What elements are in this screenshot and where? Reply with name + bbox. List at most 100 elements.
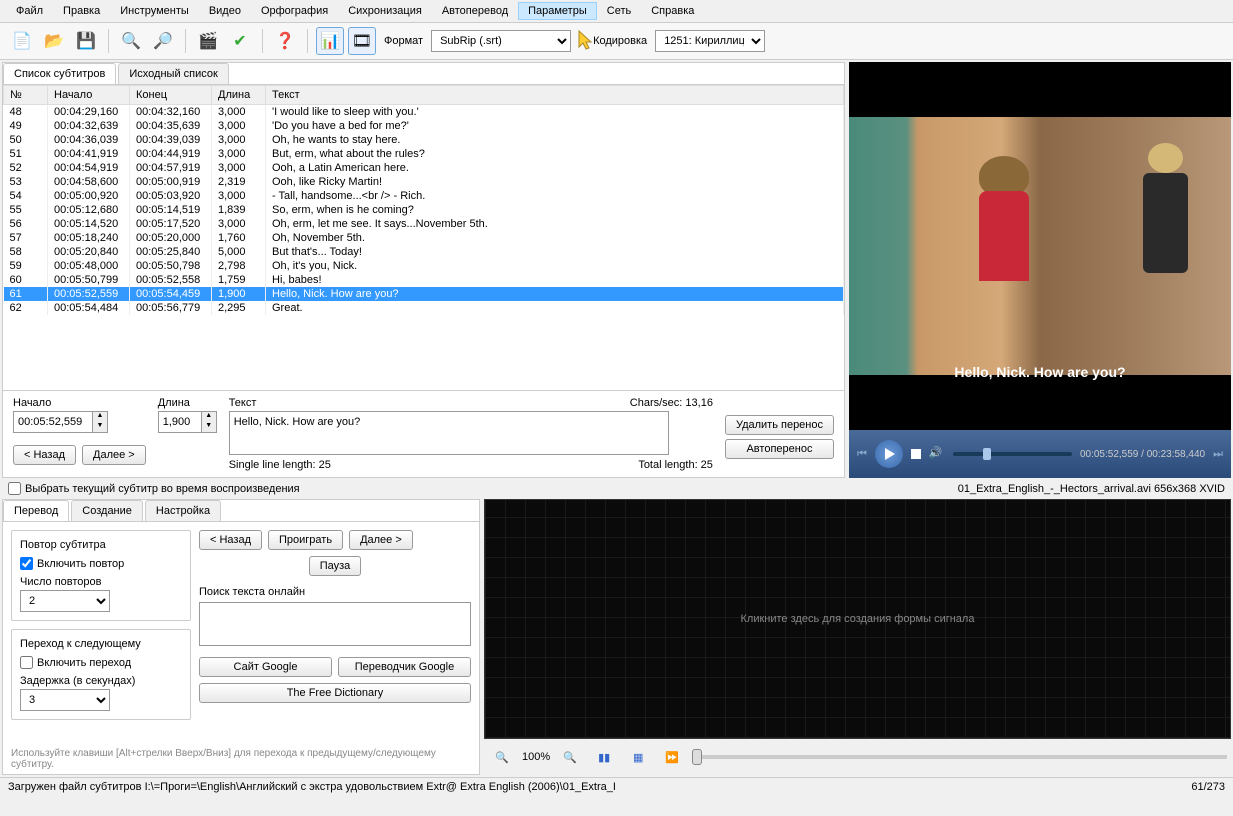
subtitle-grid[interactable]: № Начало Конец Длина Текст 4800:04:29,16… [3, 85, 844, 391]
col-text[interactable]: Текст [266, 86, 844, 105]
menu-справка[interactable]: Справка [641, 2, 704, 20]
menu-параметры[interactable]: Параметры [518, 2, 597, 20]
stop-button[interactable] [911, 449, 921, 459]
volume-icon[interactable]: 🔊 [929, 446, 945, 462]
start-input[interactable] [13, 411, 93, 433]
format-select[interactable]: SubRip (.srt) [431, 30, 571, 52]
menu-инструменты[interactable]: Инструменты [110, 2, 199, 20]
auto-wrap-button[interactable]: Автоперенос [725, 439, 834, 459]
table-row[interactable]: 6200:05:54,48400:05:56,7792,295Great. [4, 301, 844, 315]
col-end[interactable]: Конец [130, 86, 212, 105]
encoding-select[interactable]: 1251: Кириллица ( [655, 30, 765, 52]
zoom-in-button[interactable]: 🔍 [556, 743, 584, 771]
back-button[interactable]: < Назад [13, 445, 76, 465]
play-button[interactable] [875, 440, 903, 468]
single-len: Single line length: 25 [229, 459, 331, 471]
help-button[interactable]: ❓ [271, 27, 299, 55]
save-file-button[interactable]: 💾 [72, 27, 100, 55]
video-toggle[interactable]: 🎞 [348, 27, 376, 55]
start-up[interactable]: ▲ [93, 412, 107, 422]
search-input[interactable] [199, 602, 471, 646]
google-translate-button[interactable]: Переводчик Google [338, 657, 471, 677]
total-len: Total length: 25 [638, 459, 713, 471]
table-row[interactable]: 4900:04:32,63900:04:35,6393,000'Do you h… [4, 119, 844, 133]
bottom-tab-2[interactable]: Настройка [145, 500, 221, 521]
start-down[interactable]: ▼ [93, 422, 107, 432]
table-row[interactable]: 5900:05:48,00000:05:50,7982,798Oh, it's … [4, 259, 844, 273]
start-label: Начало [13, 397, 146, 409]
menu-сихронизация[interactable]: Сихронизация [338, 2, 432, 20]
wf-play-button[interactable]: ▮▮ [590, 743, 618, 771]
subtitle-list-pane: Список субтитров Исходный список № Начал… [2, 62, 845, 478]
table-row[interactable]: 5600:05:14,52000:05:17,5203,000Oh, erm, … [4, 217, 844, 231]
google-site-button[interactable]: Сайт Google [199, 657, 332, 677]
cursor-icon [575, 29, 599, 53]
rewind-button[interactable]: ⏮ [857, 448, 867, 461]
wf-grid-button[interactable]: ▦ [624, 743, 652, 771]
table-row[interactable]: 5100:04:41,91900:04:44,9193,000But, erm,… [4, 147, 844, 161]
table-row[interactable]: 5400:05:00,92000:05:03,9203,000- Tall, h… [4, 189, 844, 203]
table-row[interactable]: 4800:04:29,16000:04:32,1603,000'I would … [4, 105, 844, 120]
menu-файл[interactable]: Файл [6, 2, 53, 20]
seek-slider[interactable] [953, 452, 1072, 456]
select-current-checkbox[interactable]: Выбрать текущий субтитр во время воспрои… [8, 482, 300, 495]
visual-sync-button[interactable]: 🎬 [194, 27, 222, 55]
replace-button[interactable]: 🔎 [149, 27, 177, 55]
find-button[interactable]: 🔍 [117, 27, 145, 55]
text-input[interactable]: Hello, Nick. How are you? [229, 411, 669, 455]
next-button[interactable]: Далее > [82, 445, 146, 465]
open-file-button[interactable]: 📂 [40, 27, 68, 55]
dur-down[interactable]: ▼ [202, 422, 216, 432]
search-label: Поиск текста онлайн [199, 586, 471, 598]
delay-select[interactable]: 3 [20, 689, 110, 711]
tab-source-list[interactable]: Исходный список [118, 63, 228, 84]
repeat-count-select[interactable]: 2 [20, 590, 110, 612]
delete-wrap-button[interactable]: Удалить перенос [725, 415, 834, 435]
col-dur[interactable]: Длина [212, 86, 266, 105]
table-row[interactable]: 5300:04:58,60000:05:00,9192,319Ooh, like… [4, 175, 844, 189]
col-start[interactable]: Начало [48, 86, 130, 105]
menu-правка[interactable]: Правка [53, 2, 110, 20]
status-position: 61/273 [1191, 781, 1225, 793]
panel-next-button[interactable]: Далее > [349, 530, 413, 550]
dur-up[interactable]: ▲ [202, 412, 216, 422]
waveform-area[interactable]: Кликните здесь для создания формы сигнал… [484, 499, 1231, 739]
panel-pause-button[interactable]: Пауза [309, 556, 362, 576]
menu-сеть[interactable]: Сеть [597, 2, 641, 20]
wf-next-button[interactable]: ⏩ [658, 743, 686, 771]
waveform-toggle[interactable]: 📊 [316, 27, 344, 55]
menu-видео[interactable]: Видео [199, 2, 251, 20]
status-bar: Загружен файл субтитров I:\=Проги=\Engli… [0, 777, 1233, 796]
table-row[interactable]: 6100:05:52,55900:05:54,4591,900Hello, Ni… [4, 287, 844, 301]
col-no[interactable]: № [4, 86, 48, 105]
table-row[interactable]: 5200:04:54,91900:04:57,9193,000Ooh, a La… [4, 161, 844, 175]
repeat-count-label: Число повторов [20, 576, 182, 588]
table-row[interactable]: 5000:04:36,03900:04:39,0393,000Oh, he wa… [4, 133, 844, 147]
check-button[interactable]: ✔ [226, 27, 254, 55]
enable-goto-checkbox[interactable]: Включить переход [20, 656, 182, 669]
dur-label: Длина [158, 397, 217, 409]
forward-button[interactable]: ⏭ [1213, 448, 1223, 461]
status-file: Загружен файл субтитров I:\=Проги=\Engli… [8, 781, 616, 793]
table-row[interactable]: 6000:05:50,79900:05:52,5581,759Hi, babes… [4, 273, 844, 287]
menu-автоперевод[interactable]: Автоперевод [432, 2, 518, 20]
panel-back-button[interactable]: < Назад [199, 530, 262, 550]
table-row[interactable]: 5700:05:18,24000:05:20,0001,760Oh, Novem… [4, 231, 844, 245]
translate-panel: ПереводСозданиеНастройка Повтор субтитра… [2, 499, 480, 775]
new-file-button[interactable]: 📄 [8, 27, 36, 55]
free-dictionary-button[interactable]: The Free Dictionary [199, 683, 471, 703]
menu-орфография[interactable]: Орфография [251, 2, 338, 20]
table-row[interactable]: 5500:05:12,68000:05:14,5191,839So, erm, … [4, 203, 844, 217]
zoom-slider[interactable] [692, 755, 1227, 759]
encoding-label: Кодировка [593, 35, 647, 47]
bottom-tab-1[interactable]: Создание [71, 500, 143, 521]
enable-repeat-checkbox[interactable]: Включить повтор [20, 557, 182, 570]
bottom-tab-0[interactable]: Перевод [3, 500, 69, 521]
panel-play-button[interactable]: Проиграть [268, 530, 343, 550]
table-row[interactable]: 5800:05:20,84000:05:25,8405,000But that'… [4, 245, 844, 259]
menubar: ФайлПравкаИнструментыВидеоОрфографияСихр… [0, 0, 1233, 23]
video-display[interactable]: Hello, Nick. How are you? [849, 62, 1231, 430]
tab-subtitle-list[interactable]: Список субтитров [3, 63, 116, 84]
zoom-out-button[interactable]: 🔍 [488, 743, 516, 771]
dur-input[interactable] [158, 411, 202, 433]
